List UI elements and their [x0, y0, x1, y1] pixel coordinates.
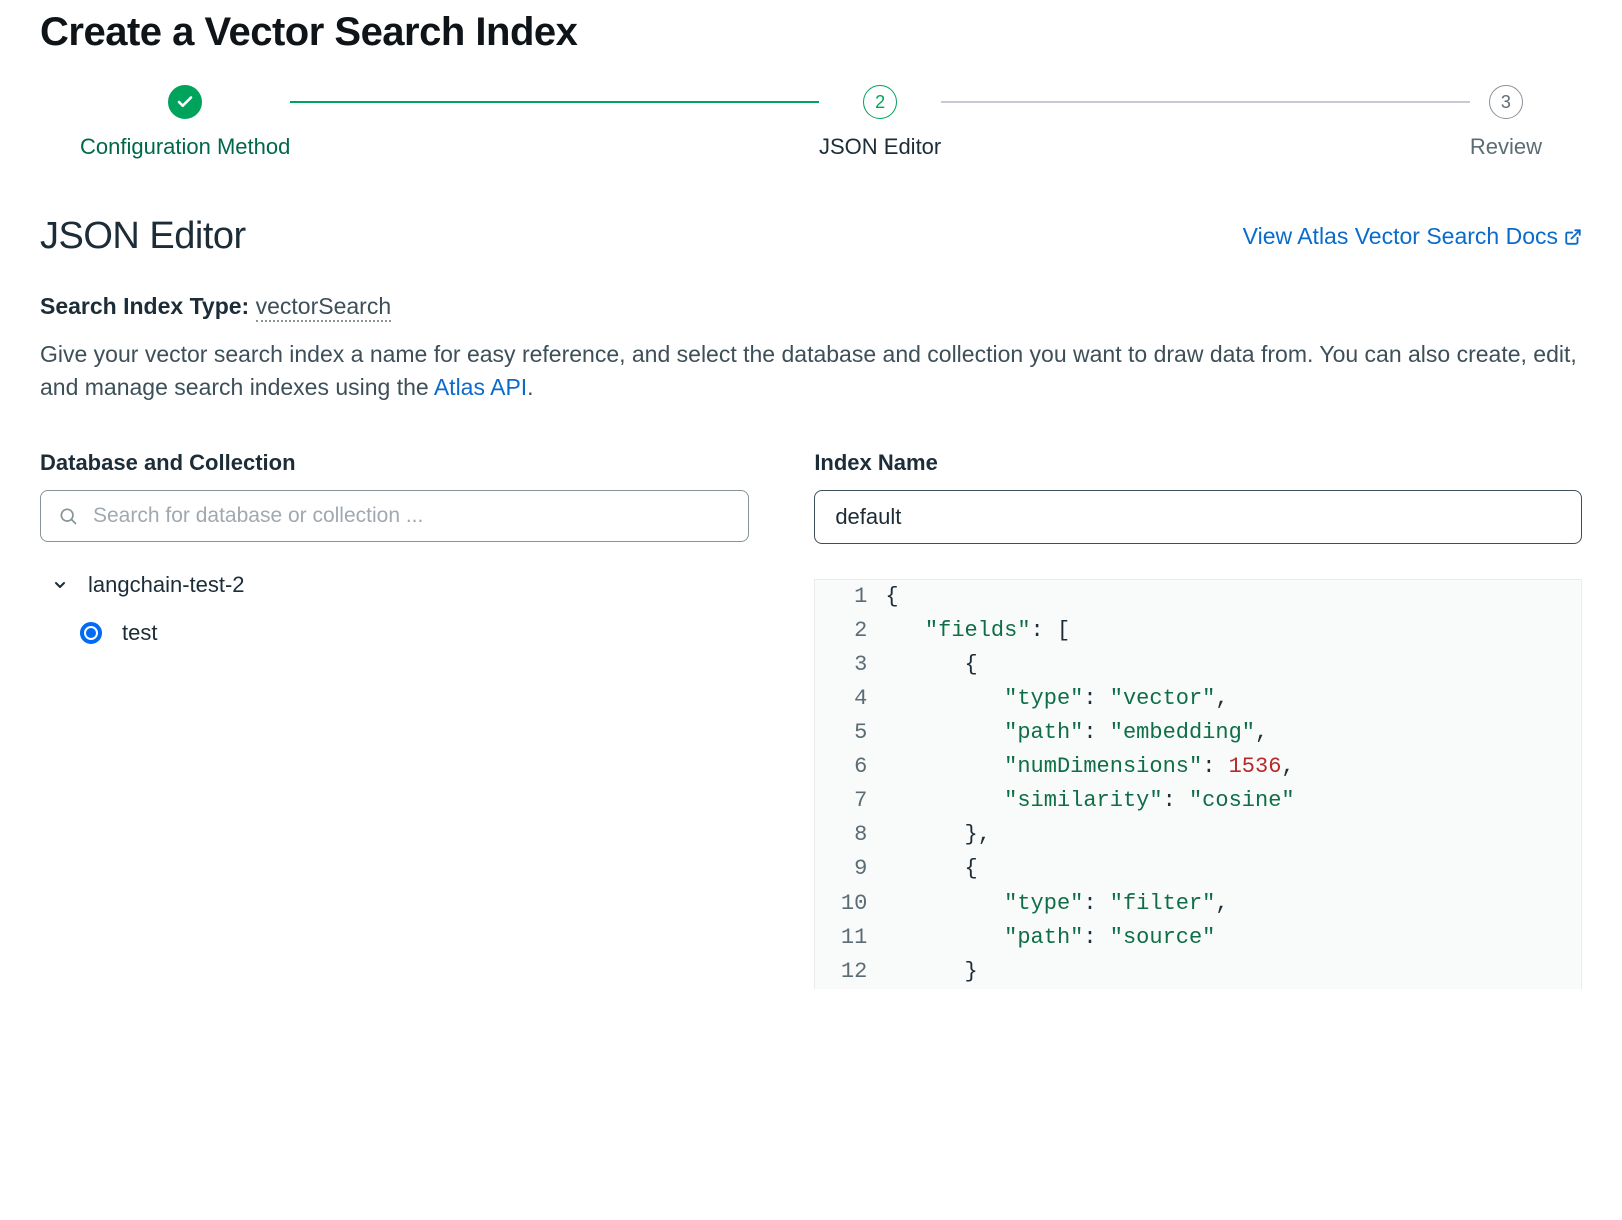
step3-circle: 3: [1489, 85, 1523, 119]
description-suffix: .: [527, 374, 533, 400]
code-content: "type": "vector",: [885, 682, 1228, 716]
step-review[interactable]: 3 Review: [1470, 85, 1542, 160]
line-number: 5: [815, 716, 885, 750]
tree-collection-label: test: [122, 620, 157, 646]
line-number: 7: [815, 784, 885, 818]
step-configuration-method[interactable]: Configuration Method: [80, 85, 290, 160]
search-input[interactable]: [40, 490, 749, 542]
code-line[interactable]: 7 "similarity": "cosine": [815, 784, 1581, 818]
docs-link-text: View Atlas Vector Search Docs: [1243, 223, 1558, 250]
step2-label: JSON Editor: [819, 134, 941, 160]
line-number: 6: [815, 750, 885, 784]
code-content: "similarity": "cosine": [885, 784, 1294, 818]
code-content: {: [885, 648, 977, 682]
code-line[interactable]: 10 "type": "filter",: [815, 887, 1581, 921]
code-content: "path": "source": [885, 921, 1215, 955]
step-connector-2: [941, 101, 1470, 103]
line-number: 12: [815, 955, 885, 989]
line-number: 1: [815, 580, 885, 614]
code-content: },: [885, 818, 991, 852]
code-content: "type": "filter",: [885, 887, 1228, 921]
index-type-row: Search Index Type: vectorSearch: [40, 293, 1582, 320]
step1-circle: [168, 85, 202, 119]
code-content: }: [885, 955, 977, 989]
line-number: 10: [815, 887, 885, 921]
atlas-api-link[interactable]: Atlas API: [434, 374, 527, 400]
index-type-label: Search Index Type: [40, 293, 242, 319]
code-line[interactable]: 1{: [815, 580, 1581, 614]
line-number: 2: [815, 614, 885, 648]
page-title: Create a Vector Search Index: [40, 10, 1582, 55]
code-content: "fields": [: [885, 614, 1070, 648]
index-name-input[interactable]: [814, 490, 1582, 544]
step-json-editor[interactable]: 2 JSON Editor: [819, 85, 941, 160]
line-number: 8: [815, 818, 885, 852]
code-line[interactable]: 11 "path": "source": [815, 921, 1581, 955]
tree-database-item[interactable]: langchain-test-2: [52, 572, 749, 598]
tree-database-label: langchain-test-2: [88, 572, 245, 598]
step-connector-1: [290, 101, 819, 103]
line-number: 11: [815, 921, 885, 955]
code-line[interactable]: 12 }: [815, 955, 1581, 989]
step1-label: Configuration Method: [80, 134, 290, 160]
code-line[interactable]: 6 "numDimensions": 1536,: [815, 750, 1581, 784]
index-type-value: vectorSearch: [256, 293, 392, 322]
step2-circle: 2: [863, 85, 897, 119]
check-icon: [176, 93, 194, 111]
chevron-down-icon: [52, 577, 68, 593]
code-line[interactable]: 2 "fields": [: [815, 614, 1581, 648]
search-icon: [58, 506, 78, 526]
code-content: {: [885, 852, 977, 886]
code-line[interactable]: 5 "path": "embedding",: [815, 716, 1581, 750]
db-collection-label: Database and Collection: [40, 450, 749, 476]
step3-label: Review: [1470, 134, 1542, 160]
tree-collection-item[interactable]: test: [80, 620, 749, 646]
code-line[interactable]: 3 {: [815, 648, 1581, 682]
description: Give your vector search index a name for…: [40, 338, 1582, 405]
code-line[interactable]: 9 {: [815, 852, 1581, 886]
line-number: 9: [815, 852, 885, 886]
radio-selected-icon: [80, 622, 102, 644]
json-code-editor[interactable]: 1{2 "fields": [3 {4 "type": "vector",5 "…: [814, 579, 1582, 989]
db-tree: langchain-test-2 test: [52, 572, 749, 646]
code-content: "numDimensions": 1536,: [885, 750, 1294, 784]
code-line[interactable]: 4 "type": "vector",: [815, 682, 1581, 716]
view-docs-link[interactable]: View Atlas Vector Search Docs: [1243, 223, 1582, 250]
stepper: Configuration Method 2 JSON Editor 3 Rev…: [80, 85, 1542, 160]
code-content: "path": "embedding",: [885, 716, 1268, 750]
section-title: JSON Editor: [40, 215, 246, 258]
description-text: Give your vector search index a name for…: [40, 341, 1577, 400]
line-number: 4: [815, 682, 885, 716]
line-number: 3: [815, 648, 885, 682]
index-name-label: Index Name: [814, 450, 1582, 476]
external-link-icon: [1564, 228, 1582, 246]
code-content: {: [885, 580, 898, 614]
code-line[interactable]: 8 },: [815, 818, 1581, 852]
